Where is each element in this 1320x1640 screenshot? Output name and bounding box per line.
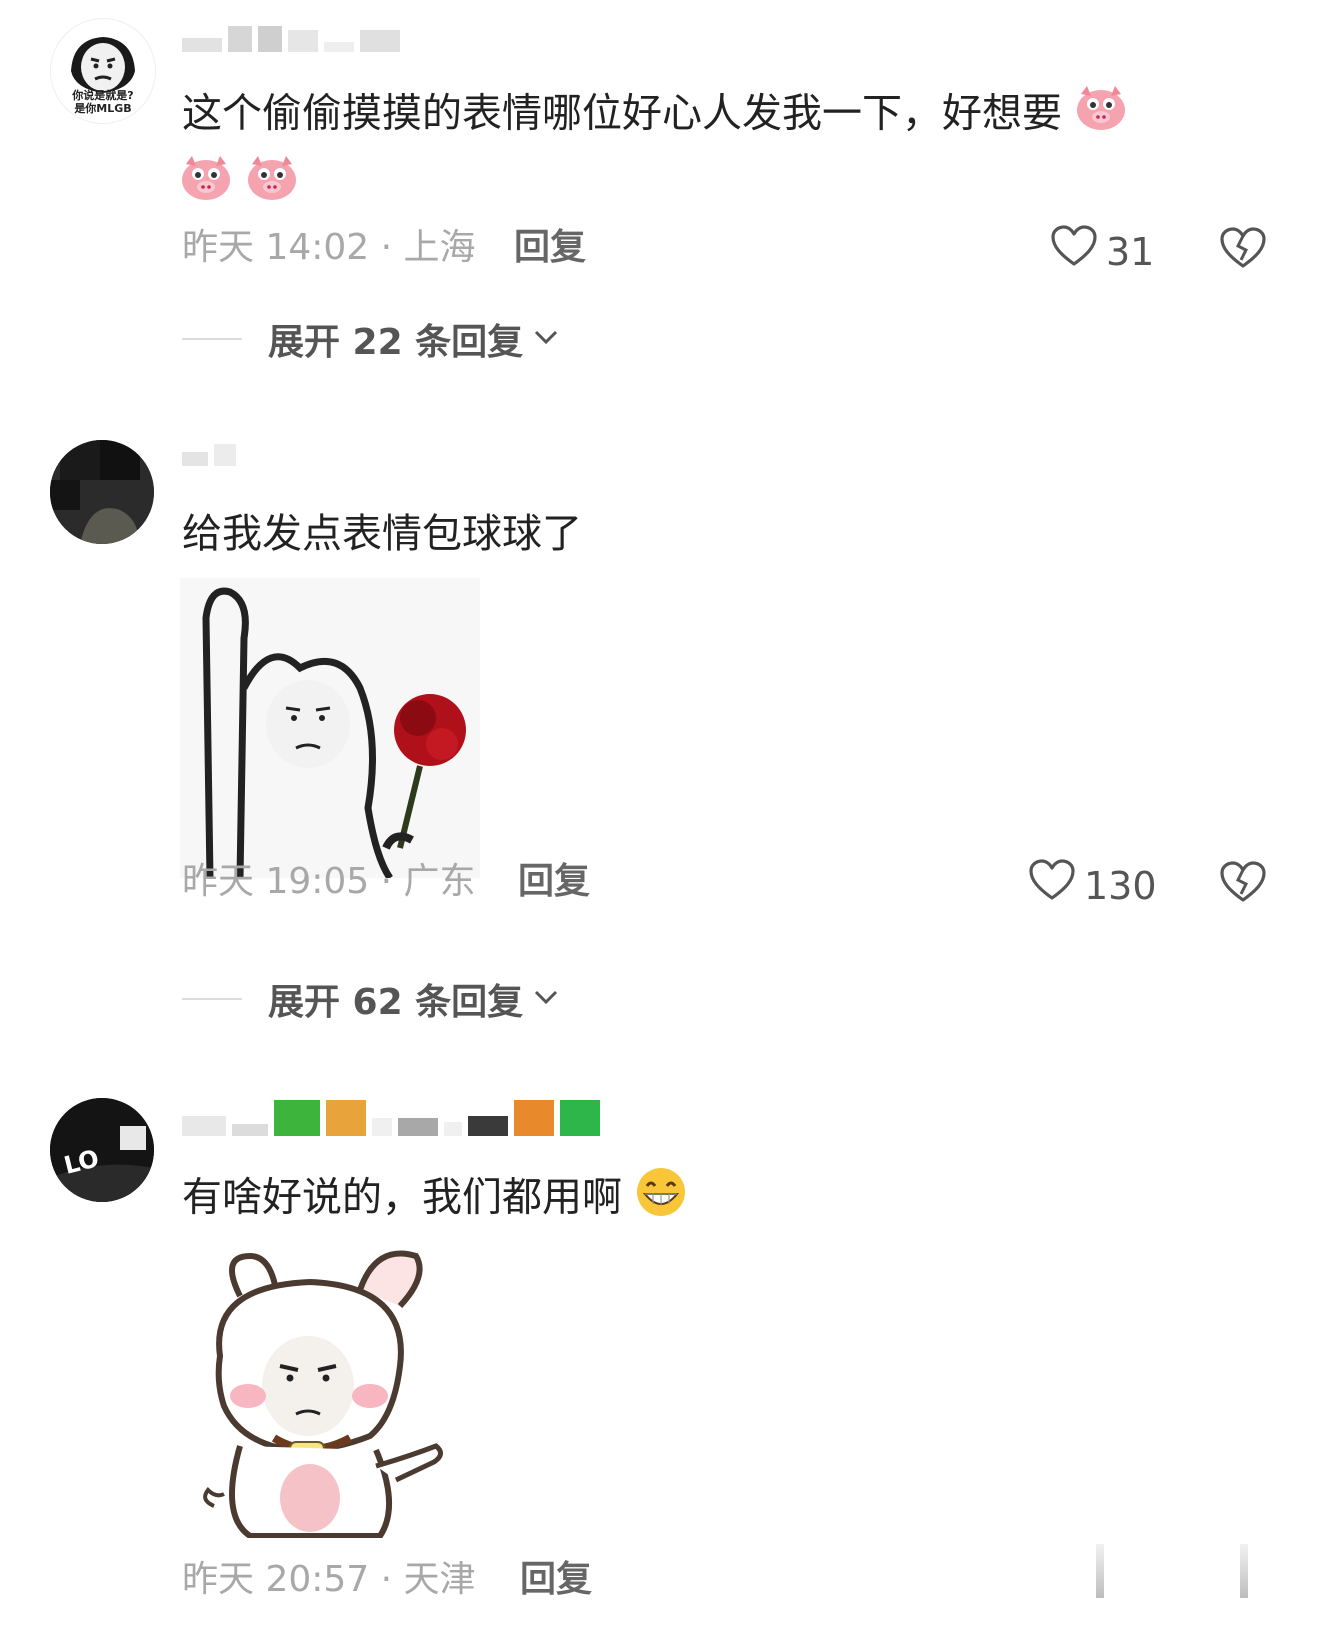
heart-icon xyxy=(1050,224,1098,279)
avatar-photo xyxy=(50,440,154,544)
emoji-row xyxy=(180,154,298,206)
pig-meme-sticker xyxy=(203,1250,443,1539)
reply-button[interactable]: 回复 xyxy=(520,1556,592,1604)
comment-time: 昨天 20:57 xyxy=(182,1559,370,1600)
comment-text: 这个偷偷摸摸的表情哪位好心人发我一下，好想要 xyxy=(182,84,1127,147)
comment-meta: 昨天 19:05 · 广东 xyxy=(182,858,476,906)
username-blurred[interactable] xyxy=(182,26,400,52)
avatar[interactable]: 你说是就是? 是你MLGB xyxy=(50,18,156,124)
reply-button[interactable]: 回复 xyxy=(514,224,586,272)
comment-location: · 广东 xyxy=(380,861,476,902)
username-blurred[interactable] xyxy=(182,440,236,466)
chevron-down-icon xyxy=(533,988,559,1010)
comment-time: 昨天 19:05 xyxy=(182,861,370,902)
grin-emoji xyxy=(635,1166,687,1233)
pig-emoji xyxy=(1075,84,1127,147)
like-button[interactable]: 31 xyxy=(1050,224,1154,279)
comment-text: 给我发点表情包球球了 xyxy=(182,511,582,557)
expand-label: 展开 22 条回复 xyxy=(268,322,524,363)
avatar[interactable] xyxy=(50,440,154,544)
dislike-button[interactable] xyxy=(1240,1544,1248,1598)
like-button[interactable] xyxy=(1096,1544,1104,1598)
comment-text: 有啥好说的，我们都用啊 xyxy=(182,1166,687,1233)
reply-button[interactable]: 回复 xyxy=(518,858,590,906)
sticker-image[interactable] xyxy=(180,1236,450,1539)
username-blurred[interactable] xyxy=(182,1100,600,1136)
chevron-down-icon xyxy=(533,328,559,350)
like-count: 31 xyxy=(1106,229,1155,274)
avatar-caption-2: 是你MLGB xyxy=(74,102,132,115)
expand-label: 展开 62 条回复 xyxy=(268,982,524,1023)
expand-replies[interactable]: 展开 62 条回复 xyxy=(182,974,559,1024)
comment-meta: 昨天 14:02 · 上海 xyxy=(182,224,476,272)
comment-location: · 上海 xyxy=(380,227,476,268)
like-count: 130 xyxy=(1084,863,1157,908)
broken-heart-icon xyxy=(1220,227,1266,268)
divider-line xyxy=(182,998,242,1000)
avatar-caption-1: 你说是就是? xyxy=(72,89,134,102)
pig-emoji xyxy=(246,154,298,206)
divider-line xyxy=(182,338,242,340)
comment-location: · 天津 xyxy=(380,1559,476,1600)
comment-text-content: 这个偷偷摸摸的表情哪位好心人发我一下，好想要 xyxy=(182,90,1062,137)
pig-emoji xyxy=(180,154,232,206)
heart-icon xyxy=(1028,858,1076,913)
avatar-photo xyxy=(50,1098,154,1202)
rose-meme-sticker xyxy=(180,578,480,881)
broken-heart-icon xyxy=(1220,861,1266,902)
expand-replies[interactable]: 展开 22 条回复 xyxy=(182,314,559,364)
comment-text-content: 有啥好说的，我们都用啊 xyxy=(182,1174,622,1221)
comment-meta: 昨天 20:57 · 天津 xyxy=(182,1556,476,1604)
like-button[interactable]: 130 xyxy=(1028,858,1157,913)
comment-time: 昨天 14:02 xyxy=(182,227,370,268)
avatar[interactable]: LO xyxy=(50,1098,154,1202)
dislike-button[interactable] xyxy=(1218,224,1268,272)
sticker-image[interactable] xyxy=(180,578,480,881)
dislike-button[interactable] xyxy=(1218,858,1268,906)
